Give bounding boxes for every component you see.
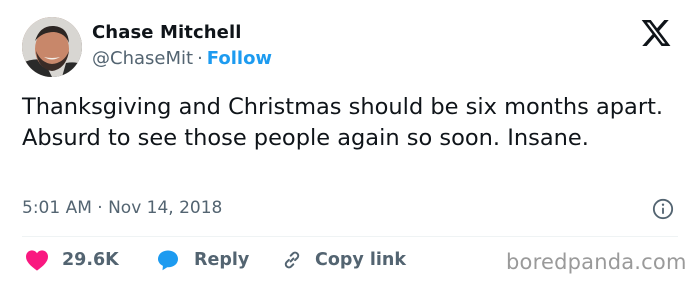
divider [22, 236, 678, 237]
like-count: 29.6K [62, 250, 119, 270]
speech-bubble-icon [158, 250, 178, 271]
author-handle[interactable]: @ChaseMit [92, 48, 193, 69]
tweet-text: Thanksgiving and Christmas should be six… [22, 94, 664, 151]
watermark: boredpanda.com [506, 250, 687, 274]
avatar[interactable] [22, 17, 82, 77]
author-handle-row: @ChaseMit · Follow [92, 48, 272, 69]
x-logo-icon[interactable] [640, 17, 672, 49]
handle-separator: · [197, 48, 203, 69]
like-button[interactable]: 29.6K [25, 247, 119, 273]
copy-link-button[interactable]: Copy link [281, 247, 406, 273]
reply-button[interactable]: Reply [157, 247, 249, 273]
heart-icon [26, 250, 48, 271]
follow-button[interactable]: Follow [207, 48, 272, 69]
copy-link-label: Copy link [315, 250, 406, 270]
info-icon[interactable] [652, 198, 674, 220]
author-name[interactable]: Chase Mitchell [92, 22, 241, 43]
link-icon [284, 251, 300, 269]
tweet-timestamp[interactable]: 5:01 AM · Nov 14, 2018 [22, 198, 222, 218]
reply-label: Reply [194, 250, 250, 270]
avatar-photo [22, 17, 82, 77]
